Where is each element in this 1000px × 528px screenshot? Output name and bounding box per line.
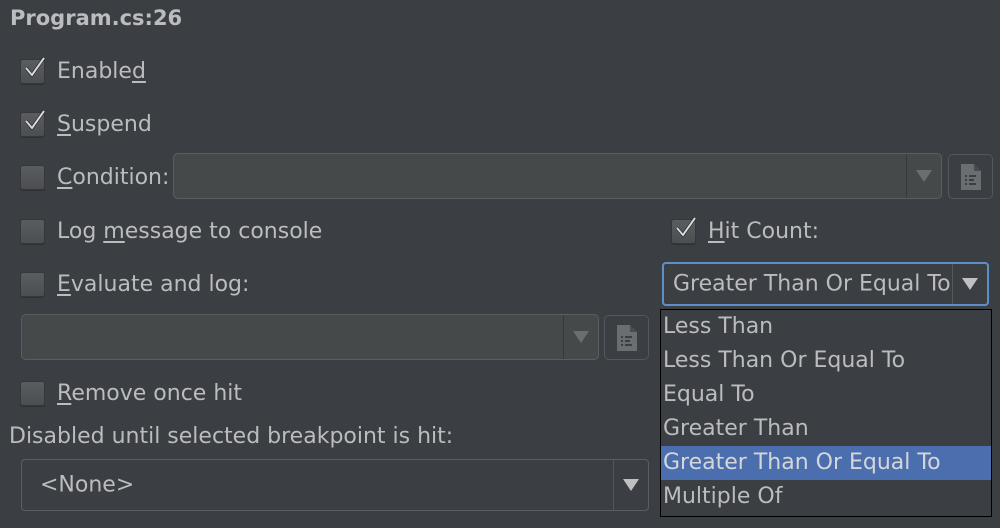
disabled-until-arrow-button[interactable] bbox=[613, 460, 648, 510]
hit-count-checkbox-row[interactable]: Hit Count: bbox=[671, 215, 819, 247]
checkmark-icon bbox=[24, 109, 46, 131]
hit-count-option[interactable]: Less Than Or Equal To bbox=[661, 344, 991, 378]
evaluate-log-label: Evaluate and log: bbox=[57, 271, 250, 297]
hit-count-combo[interactable]: Greater Than Or Equal To bbox=[662, 262, 989, 306]
hit-count-option[interactable]: Greater Than bbox=[661, 412, 991, 446]
condition-editor-button[interactable] bbox=[948, 154, 993, 199]
evaluate-expression-input[interactable] bbox=[21, 314, 599, 360]
breakpoint-title: Program.cs:26 bbox=[10, 6, 183, 30]
chevron-down-icon bbox=[916, 170, 932, 182]
evaluate-dropdown-button[interactable] bbox=[563, 315, 598, 359]
disabled-until-value: <None> bbox=[40, 472, 135, 498]
hit-count-option[interactable]: Equal To bbox=[661, 378, 991, 412]
condition-label: Condition: bbox=[57, 164, 170, 190]
suspend-checkbox-row[interactable]: Suspend bbox=[20, 108, 152, 140]
enabled-checkbox[interactable] bbox=[20, 56, 46, 84]
document-icon bbox=[960, 163, 981, 190]
log-message-checkbox[interactable] bbox=[20, 218, 45, 244]
remove-once-hit-checkbox[interactable] bbox=[20, 380, 45, 406]
evaluate-log-checkbox[interactable] bbox=[20, 271, 45, 297]
log-message-label: Log message to console bbox=[57, 218, 323, 244]
condition-checkbox[interactable] bbox=[20, 164, 45, 190]
hit-count-options-popup: Less Than Less Than Or Equal To Equal To… bbox=[660, 309, 992, 517]
evaluate-editor-button[interactable] bbox=[604, 315, 649, 360]
remove-once-hit-label: Remove once hit bbox=[57, 380, 242, 406]
enabled-label: Enabled bbox=[57, 58, 146, 84]
evaluate-log-checkbox-row[interactable]: Evaluate and log: bbox=[20, 268, 249, 300]
remove-once-hit-checkbox-row[interactable]: Remove once hit bbox=[20, 377, 242, 409]
hit-count-combo-value: Greater Than Or Equal To bbox=[673, 271, 951, 297]
suspend-label: Suspend bbox=[57, 111, 152, 137]
checkmark-icon bbox=[24, 56, 46, 78]
chevron-down-icon bbox=[623, 479, 639, 491]
hit-count-label: Hit Count: bbox=[708, 218, 820, 244]
disabled-until-label: Disabled until selected breakpoint is hi… bbox=[9, 424, 454, 449]
chevron-down-icon bbox=[573, 331, 589, 343]
hit-count-option[interactable]: Multiple Of bbox=[661, 480, 991, 514]
disabled-until-combo[interactable]: <None> bbox=[21, 459, 649, 511]
condition-checkbox-row[interactable]: Condition: bbox=[20, 161, 169, 193]
hit-count-option[interactable]: Less Than bbox=[661, 310, 991, 344]
enabled-checkbox-row[interactable]: Enabled bbox=[20, 55, 146, 87]
hit-count-combo-arrow-button[interactable] bbox=[952, 264, 987, 304]
hit-count-option-selected[interactable]: Greater Than Or Equal To bbox=[661, 446, 991, 480]
condition-dropdown-button[interactable] bbox=[906, 154, 941, 198]
checkmark-icon bbox=[675, 216, 697, 238]
log-message-checkbox-row[interactable]: Log message to console bbox=[20, 215, 322, 247]
condition-input[interactable] bbox=[173, 153, 942, 199]
document-icon bbox=[616, 324, 637, 351]
suspend-checkbox[interactable] bbox=[20, 109, 46, 137]
hit-count-checkbox[interactable] bbox=[671, 216, 697, 244]
chevron-down-icon bbox=[962, 278, 978, 290]
